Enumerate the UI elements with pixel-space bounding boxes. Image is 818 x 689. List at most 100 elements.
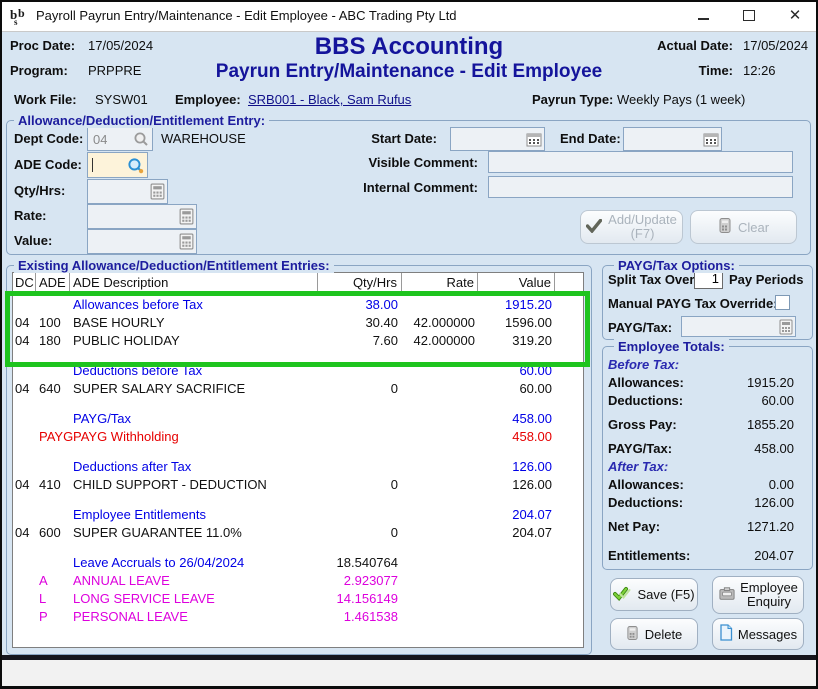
ade-code-label: ADE Code: (14, 157, 82, 172)
calendar-icon[interactable] (526, 132, 542, 147)
save-check-icon (613, 586, 631, 604)
totals-row: Deductions:60.00 (608, 391, 794, 409)
table-row[interactable]: Deductions before Tax60.00 (13, 361, 583, 379)
cell-ade: 180 (36, 333, 70, 348)
payrun-type-value: Weekly Pays (1 week) (617, 92, 745, 107)
cell-qty: 14.156149 (318, 591, 402, 606)
table-row[interactable]: AANNUAL LEAVE2.923077 (13, 571, 583, 589)
cell-dc: 04 (13, 333, 36, 348)
table-row[interactable]: 04180PUBLIC HOLIDAY7.6042.000000319.20 (13, 331, 583, 349)
column-header-ade[interactable]: ADE (36, 273, 70, 292)
cell-dc: 04 (13, 525, 36, 540)
start-date-field[interactable] (450, 127, 545, 151)
column-header-qty[interactable]: Qty/Hrs (318, 273, 402, 292)
visible-comment-label: Visible Comment: (340, 155, 478, 170)
table-row[interactable]: Employee Entitlements204.07 (13, 505, 583, 523)
close-button[interactable]: ✕ (772, 0, 818, 31)
totals-label: Entitlements: (608, 548, 690, 563)
dept-code-field[interactable]: 04 (87, 127, 153, 151)
totals-value: 204.07 (754, 548, 794, 563)
manual-override-checkbox[interactable] (775, 295, 790, 310)
dept-name-value: WAREHOUSE (161, 131, 246, 146)
actual-date-label: Actual Date: (600, 38, 733, 53)
cell-ade: 100 (36, 315, 70, 330)
employee-link[interactable]: SRB001 - Black, Sam Rufus (248, 92, 411, 107)
column-header-rate[interactable]: Rate (402, 273, 478, 292)
column-header-description[interactable]: ADE Description (70, 273, 318, 292)
visible-comment-field[interactable] (488, 151, 793, 173)
table-row[interactable]: 04100BASE HOURLY30.4042.0000001596.00 (13, 313, 583, 331)
value-field[interactable] (87, 229, 197, 254)
checkmark-icon (586, 219, 602, 236)
table-row[interactable]: Deductions after Tax126.00 (13, 457, 583, 475)
qty-hrs-field[interactable] (87, 179, 168, 204)
cell-value: 319.20 (478, 333, 555, 348)
search-icon[interactable] (126, 156, 145, 175)
payg-options-legend: PAYG/Tax Options: (614, 258, 739, 273)
dept-code-value: 04 (88, 132, 107, 147)
clear-button[interactable]: Clear (690, 210, 797, 244)
table-row[interactable]: Leave Accruals to 26/04/202418.540764 (13, 553, 583, 571)
totals-value: 60.00 (761, 393, 794, 408)
work-file-label: Work File: (14, 92, 77, 107)
totals-value: 0.00 (769, 477, 794, 492)
payg-tax-field[interactable] (681, 316, 796, 337)
cell-value: 60.00 (478, 381, 555, 396)
clear-label: Clear (738, 220, 769, 235)
employee-enquiry-button[interactable]: Employee Enquiry (712, 576, 804, 614)
table-row[interactable]: 04410CHILD SUPPORT - DEDUCTION0126.00 (13, 475, 583, 493)
work-file-value: SYSW01 (95, 92, 148, 107)
cell-value: 458.00 (478, 429, 555, 444)
delete-label: Delete (645, 627, 683, 642)
cell-desc: Employee Entitlements (70, 507, 318, 522)
internal-comment-field[interactable] (488, 176, 793, 198)
cell-desc: BASE HOURLY (70, 315, 318, 330)
search-icon[interactable] (132, 130, 150, 148)
save-button[interactable]: Save (F5) (610, 578, 698, 611)
table-row[interactable]: 04600SUPER GUARANTEE 11.0%0204.07 (13, 523, 583, 541)
end-date-field[interactable] (623, 127, 722, 151)
calendar-icon[interactable] (703, 132, 719, 147)
cell-qty: 7.60 (318, 333, 402, 348)
calculator-icon[interactable] (779, 319, 793, 335)
time-label: Time: (600, 63, 733, 78)
table-row[interactable]: PAYG/Tax458.00 (13, 409, 583, 427)
totals-row: PAYG/Tax:458.00 (608, 439, 794, 457)
payroll-window: b b s Payroll Payrun Entry/Maintenance -… (0, 0, 818, 689)
delete-button[interactable]: Delete (610, 618, 698, 650)
add-update-button[interactable]: Add/Update(F7) (580, 210, 683, 244)
actual-date-value: 17/05/2024 (743, 38, 808, 53)
calculator-icon[interactable] (179, 233, 194, 250)
totals-value: 1271.20 (747, 519, 794, 534)
eraser-icon (718, 217, 732, 237)
rate-field[interactable] (87, 204, 197, 229)
cell-rate: 42.000000 (402, 315, 478, 330)
rate-label: Rate: (14, 208, 47, 223)
totals-label: Deductions: (608, 495, 683, 510)
table-row[interactable]: PPERSONAL LEAVE1.461538 (13, 607, 583, 625)
cell-desc: Leave Accruals to 26/04/2024 (70, 555, 318, 570)
minimize-button[interactable] (680, 0, 726, 31)
svg-text:s: s (14, 17, 18, 26)
messages-button[interactable]: Messages (712, 618, 804, 650)
cell-qty: 18.540764 (318, 555, 402, 570)
calculator-icon[interactable] (179, 208, 194, 225)
table-row[interactable]: PAYGPAYG Withholding458.00 (13, 427, 583, 445)
table-row[interactable]: 04640SUPER SALARY SACRIFICE060.00 (13, 379, 583, 397)
split-tax-label: Split Tax Over (608, 272, 694, 287)
cell-desc: SUPER SALARY SACRIFICE (70, 381, 318, 396)
card-file-icon (718, 586, 736, 605)
cell-ade: 640 (36, 381, 70, 396)
entries-table: DC ADE ADE Description Qty/Hrs Rate Valu… (12, 272, 584, 648)
table-row[interactable]: LLONG SERVICE LEAVE14.156149 (13, 589, 583, 607)
calculator-icon[interactable] (150, 183, 165, 200)
column-header-value[interactable]: Value (478, 273, 555, 292)
cell-ade: PAYG (36, 429, 70, 444)
window-title: Payroll Payrun Entry/Maintenance - Edit … (36, 8, 457, 23)
ade-code-field[interactable] (87, 152, 148, 178)
table-gap-row (13, 445, 583, 457)
text-caret (92, 158, 93, 172)
column-header-dc[interactable]: DC (13, 273, 36, 292)
maximize-button[interactable] (726, 0, 772, 31)
table-row[interactable]: Allowances before Tax38.001915.20 (13, 295, 583, 313)
